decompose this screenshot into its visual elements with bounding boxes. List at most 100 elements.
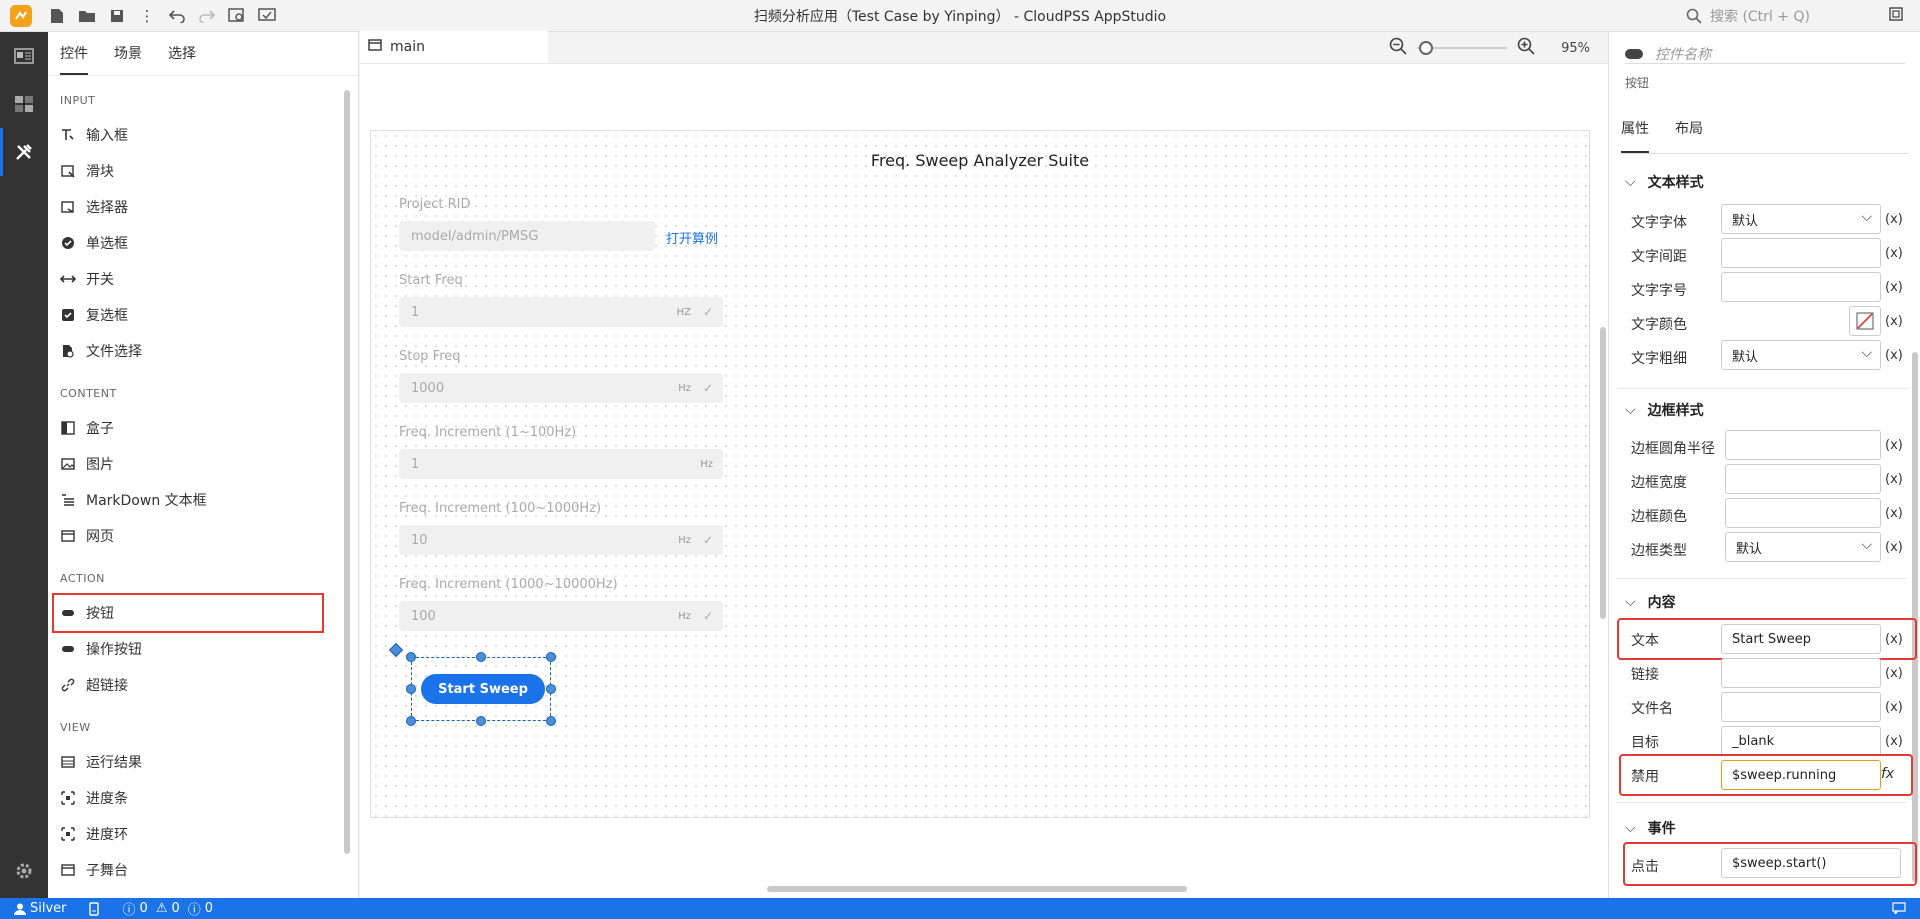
component-select[interactable]: 选择器: [48, 189, 358, 225]
component-text-input[interactable]: 输入框: [48, 117, 358, 153]
group-text-style[interactable]: ⌵ 文本样式: [1625, 172, 1704, 192]
variable-toggle[interactable]: (x): [1885, 666, 1903, 681]
publish-icon[interactable]: [254, 3, 280, 29]
preview-icon[interactable]: [224, 3, 250, 29]
more-vertical-icon[interactable]: ⋮: [134, 3, 160, 29]
zoom-out-icon[interactable]: [1389, 37, 1407, 59]
resize-handle[interactable]: [406, 652, 416, 662]
tab-controls[interactable]: 控件: [60, 43, 88, 75]
variable-toggle[interactable]: (x): [1885, 246, 1903, 261]
settings-gear-icon[interactable]: [0, 856, 48, 886]
tab-selection[interactable]: 选择: [168, 43, 196, 75]
variable-toggle[interactable]: (x): [1885, 472, 1903, 487]
zoom-slider[interactable]: [1417, 41, 1508, 55]
command-search[interactable]: 搜索 (Ctrl + Q): [1686, 4, 1882, 28]
open-case-link[interactable]: 打开算例: [666, 228, 718, 247]
variable-toggle[interactable]: (x): [1885, 632, 1903, 647]
component-action-button[interactable]: 操作按钮: [48, 631, 358, 667]
group-border-style[interactable]: ⌵ 边框样式: [1625, 400, 1704, 420]
resize-handle[interactable]: [406, 716, 416, 726]
font-size-input[interactable]: [1721, 272, 1881, 302]
button-text-input[interactable]: Start Sweep: [1721, 624, 1881, 654]
properties-scrollbar[interactable]: [1912, 352, 1918, 882]
device-indicator[interactable]: [88, 901, 99, 916]
component-name-input[interactable]: 控件名称: [1625, 44, 1905, 64]
variable-toggle[interactable]: (x): [1885, 540, 1903, 555]
feedback-icon[interactable]: [1892, 902, 1906, 918]
font-family-select[interactable]: 默认: [1721, 204, 1881, 234]
activity-pages[interactable]: [0, 32, 48, 80]
freq-increment-3-input[interactable]: 100 Hz ✓: [399, 601, 723, 631]
zoom-in-icon[interactable]: [1517, 37, 1535, 59]
component-file-select[interactable]: 文件选择: [48, 333, 358, 369]
drag-anchor-handle[interactable]: [388, 642, 404, 658]
project-rid-input[interactable]: model/admin/PMSG: [399, 221, 655, 251]
user-indicator[interactable]: Silver: [14, 901, 67, 916]
tab-main[interactable]: main: [360, 31, 548, 63]
freq-increment-1-input[interactable]: 1 Hz: [399, 449, 723, 479]
variable-toggle[interactable]: (x): [1885, 438, 1903, 453]
sidebar-scrollbar[interactable]: [344, 90, 350, 854]
design-canvas[interactable]: Freq. Sweep Analyzer Suite Project RID m…: [370, 130, 1590, 818]
variable-toggle[interactable]: (x): [1885, 280, 1903, 295]
fx-toggle[interactable]: fx: [1881, 766, 1894, 782]
letter-spacing-input[interactable]: [1721, 238, 1881, 268]
maximize-icon[interactable]: [1888, 6, 1908, 26]
variable-toggle[interactable]: (x): [1885, 700, 1903, 715]
component-run-result[interactable]: 运行结果: [48, 744, 358, 780]
open-folder-icon[interactable]: [74, 3, 100, 29]
border-type-select[interactable]: 默认: [1725, 532, 1881, 562]
resize-handle[interactable]: [476, 652, 486, 662]
component-markdown[interactable]: MarkDown 文本框: [48, 482, 358, 518]
component-sub-stage[interactable]: 子舞台: [48, 852, 358, 888]
component-box[interactable]: 盒子: [48, 410, 358, 446]
disabled-expression-input[interactable]: $sweep.running: [1721, 760, 1881, 790]
text-color-picker[interactable]: [1849, 306, 1881, 336]
editor-vertical-scrollbar[interactable]: [1600, 327, 1606, 619]
stop-freq-input[interactable]: 1000 Hz ✓: [399, 373, 723, 403]
component-hyperlink[interactable]: 超链接: [48, 667, 358, 703]
activity-components[interactable]: [0, 128, 48, 176]
resize-handle[interactable]: [546, 652, 556, 662]
component-switch[interactable]: 开关: [48, 261, 358, 297]
tab-attributes[interactable]: 属性: [1621, 112, 1649, 153]
resize-handle[interactable]: [546, 716, 556, 726]
variable-toggle[interactable]: (x): [1885, 734, 1903, 749]
border-radius-input[interactable]: [1725, 430, 1881, 460]
border-color-input[interactable]: [1725, 498, 1881, 528]
component-button[interactable]: 按钮: [52, 593, 324, 633]
redo-icon[interactable]: [194, 3, 220, 29]
start-sweep-button[interactable]: Start Sweep: [421, 674, 545, 704]
file-name-input[interactable]: [1721, 692, 1881, 722]
component-progress-bar[interactable]: 进度条: [48, 780, 358, 816]
freq-increment-2-input[interactable]: 10 Hz ✓: [399, 525, 723, 555]
border-width-input[interactable]: [1725, 464, 1881, 494]
save-icon[interactable]: [104, 3, 130, 29]
variable-toggle[interactable]: (x): [1885, 314, 1903, 329]
resize-handle[interactable]: [546, 684, 556, 694]
component-slider[interactable]: 滑块: [48, 153, 358, 189]
link-input[interactable]: [1721, 658, 1881, 688]
variable-toggle[interactable]: (x): [1885, 212, 1903, 227]
undo-icon[interactable]: [164, 3, 190, 29]
target-input[interactable]: _blank: [1721, 726, 1881, 756]
editor-horizontal-scrollbar[interactable]: [767, 886, 1187, 892]
tab-layout[interactable]: 布局: [1675, 112, 1703, 153]
component-image[interactable]: 图片: [48, 446, 358, 482]
variable-toggle[interactable]: (x): [1885, 348, 1903, 363]
new-file-icon[interactable]: [44, 3, 70, 29]
start-freq-input[interactable]: 1 HZ ✓: [399, 297, 723, 327]
resize-handle[interactable]: [476, 716, 486, 726]
font-weight-select[interactable]: 默认: [1721, 340, 1881, 370]
group-content[interactable]: ⌵ 内容: [1625, 592, 1676, 612]
component-progress-ring[interactable]: 进度环: [48, 816, 358, 852]
problems-indicator[interactable]: ⓘ 0 ⚠ 0 ⓘ 0: [123, 899, 214, 918]
group-events[interactable]: ⌵ 事件: [1625, 818, 1676, 838]
tab-scenes[interactable]: 场景: [114, 43, 142, 75]
zoom-slider-knob[interactable]: [1419, 41, 1434, 55]
activity-resources[interactable]: [0, 80, 48, 128]
component-radio[interactable]: 单选框: [48, 225, 358, 261]
component-checkbox[interactable]: 复选框: [48, 297, 358, 333]
click-handler-input[interactable]: $sweep.start(): [1721, 848, 1901, 878]
resize-handle[interactable]: [406, 684, 416, 694]
